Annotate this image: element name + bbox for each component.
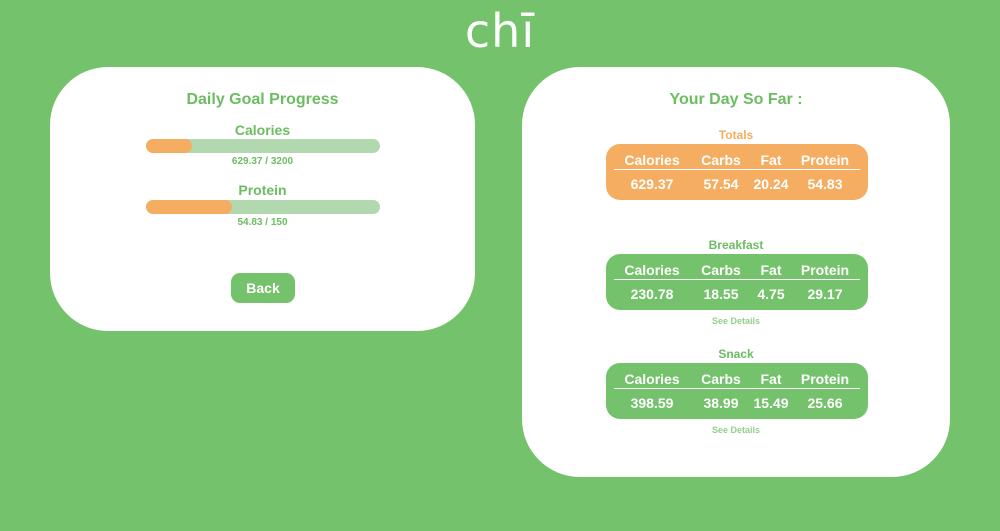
breakfast-header-row: Calories Carbs Fat Protein (614, 261, 860, 280)
protein-progress-label: Protein (238, 182, 287, 198)
breakfast-calories-value: 230.78 (630, 286, 674, 302)
column-header-fat: Fat (760, 262, 782, 278)
calories-progress-fill (146, 139, 193, 153)
column-header-protein: Protein (800, 262, 850, 278)
breakfast-table: Calories Carbs Fat Protein 230.78 18.55 … (606, 254, 868, 310)
column-header-calories: Calories (624, 262, 680, 278)
breakfast-protein-value: 29.17 (807, 286, 843, 302)
totals-values-row: 629.37 57.54 20.24 54.83 (614, 175, 860, 193)
snack-values-row: 398.59 38.99 15.49 25.66 (614, 394, 860, 412)
day-summary-card: Your Day So Far : Totals Calories Carbs … (522, 67, 950, 477)
snack-see-details-link[interactable]: See Details (522, 425, 950, 435)
totals-calories-value: 629.37 (630, 176, 674, 192)
totals-header-row: Calories Carbs Fat Protein (614, 151, 860, 170)
totals-label: Totals (718, 128, 754, 142)
calories-progress-label: Calories (234, 122, 291, 138)
back-button[interactable]: Back (231, 273, 295, 303)
breakfast-carbs-value: 18.55 (703, 286, 739, 302)
calories-progress-value: 629.37 / 3200 (231, 156, 294, 167)
snack-calories-value: 398.59 (630, 395, 674, 411)
column-header-protein: Protein (800, 371, 850, 387)
totals-carbs-value: 57.54 (703, 176, 739, 192)
column-header-carbs: Carbs (701, 371, 741, 387)
protein-progress-bar (146, 200, 380, 214)
totals-fat-value: 20.24 (753, 176, 789, 192)
column-header-protein: Protein (800, 152, 850, 168)
protein-progress-fill (146, 200, 232, 214)
column-header-carbs: Carbs (701, 152, 741, 168)
app-logo: chī (464, 4, 536, 58)
column-header-calories: Calories (624, 371, 680, 387)
day-summary-title: Your Day So Far : (669, 91, 803, 108)
column-header-fat: Fat (760, 371, 782, 387)
column-header-fat: Fat (760, 152, 782, 168)
breakfast-label: Breakfast (708, 238, 764, 252)
daily-goal-title: Daily Goal Progress (186, 91, 339, 108)
calories-progress-bar (146, 139, 380, 153)
snack-table: Calories Carbs Fat Protein 398.59 38.99 … (606, 363, 868, 419)
snack-carbs-value: 38.99 (703, 395, 739, 411)
daily-goal-card: Daily Goal Progress Calories 629.37 / 32… (50, 67, 475, 331)
breakfast-see-details-link[interactable]: See Details (522, 316, 950, 326)
breakfast-fat-value: 4.75 (757, 286, 785, 302)
protein-progress-value: 54.83 / 150 (237, 217, 288, 228)
snack-fat-value: 15.49 (753, 395, 789, 411)
snack-label: Snack (718, 347, 754, 361)
totals-protein-value: 54.83 (807, 176, 843, 192)
snack-protein-value: 25.66 (807, 395, 843, 411)
column-header-calories: Calories (624, 152, 680, 168)
column-header-carbs: Carbs (701, 262, 741, 278)
breakfast-values-row: 230.78 18.55 4.75 29.17 (614, 285, 860, 303)
snack-header-row: Calories Carbs Fat Protein (614, 370, 860, 389)
totals-table: Calories Carbs Fat Protein 629.37 57.54 … (606, 144, 868, 200)
